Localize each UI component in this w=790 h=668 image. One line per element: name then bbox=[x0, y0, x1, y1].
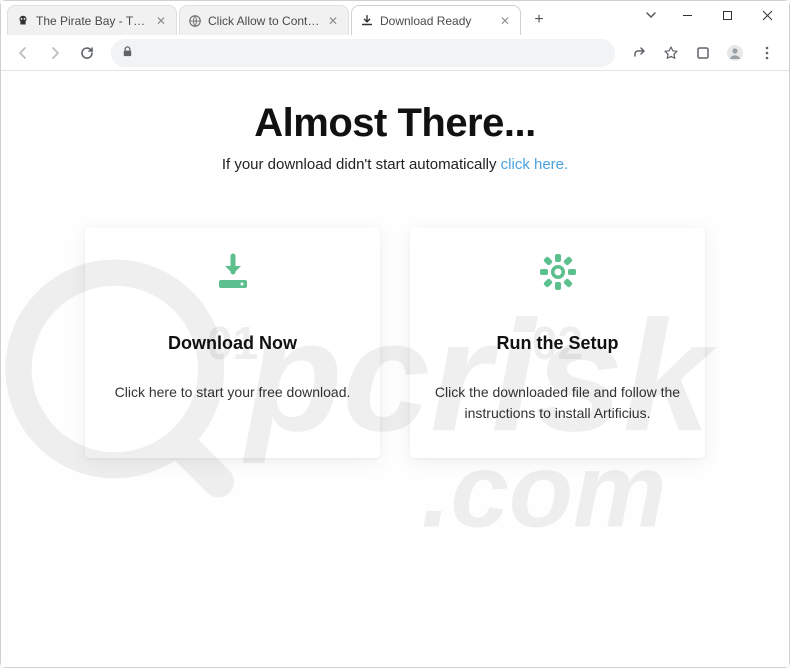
close-window-button[interactable] bbox=[747, 1, 787, 29]
bookmark-button[interactable] bbox=[657, 39, 685, 67]
sub-prefix: If your download didn't start automatica… bbox=[222, 156, 501, 173]
minimize-button[interactable] bbox=[667, 1, 707, 29]
browser-window: The Pirate Bay - The galaxy's mo ✕ Click… bbox=[0, 0, 790, 668]
tab-list-button[interactable] bbox=[635, 1, 667, 29]
tab-title: The Pirate Bay - The galaxy's mo bbox=[36, 14, 148, 28]
tab-download-ready[interactable]: Download Ready ✕ bbox=[351, 5, 521, 35]
forward-button[interactable] bbox=[41, 39, 69, 67]
tab-click-allow[interactable]: Click Allow to Continue ✕ bbox=[179, 5, 349, 35]
click-here-link[interactable]: click here. bbox=[501, 156, 569, 173]
maximize-button[interactable] bbox=[707, 1, 747, 29]
card-title: Download Now bbox=[168, 333, 297, 354]
page-subtext: If your download didn't start automatica… bbox=[222, 156, 568, 173]
extensions-button[interactable] bbox=[689, 39, 717, 67]
lock-icon bbox=[121, 45, 134, 61]
close-icon[interactable]: ✕ bbox=[498, 14, 512, 28]
new-tab-button[interactable]: + bbox=[527, 8, 551, 32]
gear-icon bbox=[536, 250, 580, 299]
profile-button[interactable] bbox=[721, 39, 749, 67]
download-icon bbox=[360, 14, 374, 28]
page-headline: Almost There... bbox=[254, 101, 535, 146]
card-run-setup[interactable]: 02 Run the Setup Click the downloaded fi… bbox=[410, 228, 705, 458]
toolbar-right bbox=[625, 39, 781, 67]
card-download-now[interactable]: 01 Download Now Click here to start your… bbox=[85, 228, 380, 458]
tab-title: Click Allow to Continue bbox=[208, 14, 320, 28]
address-bar[interactable] bbox=[111, 39, 615, 67]
back-button[interactable] bbox=[9, 39, 37, 67]
download-page: Almost There... If your download didn't … bbox=[1, 71, 789, 667]
tab-strip: The Pirate Bay - The galaxy's mo ✕ Click… bbox=[1, 1, 635, 35]
page-content: Almost There... If your download didn't … bbox=[1, 71, 789, 667]
skull-icon bbox=[16, 14, 30, 28]
share-button[interactable] bbox=[625, 39, 653, 67]
window-controls bbox=[667, 1, 789, 29]
globe-icon bbox=[188, 14, 202, 28]
titlebar: The Pirate Bay - The galaxy's mo ✕ Click… bbox=[1, 1, 789, 35]
tab-title: Download Ready bbox=[380, 14, 492, 28]
toolbar bbox=[1, 35, 789, 71]
card-text: Click the downloaded file and follow the… bbox=[432, 382, 683, 424]
step-cards: 01 Download Now Click here to start your… bbox=[45, 228, 745, 458]
card-text: Click here to start your free download. bbox=[115, 382, 351, 403]
reload-button[interactable] bbox=[73, 39, 101, 67]
close-icon[interactable]: ✕ bbox=[326, 14, 340, 28]
card-title: Run the Setup bbox=[497, 333, 619, 354]
tab-pirate-bay[interactable]: The Pirate Bay - The galaxy's mo ✕ bbox=[7, 5, 177, 35]
close-icon[interactable]: ✕ bbox=[154, 14, 168, 28]
download-icon bbox=[211, 250, 255, 299]
menu-button[interactable] bbox=[753, 39, 781, 67]
